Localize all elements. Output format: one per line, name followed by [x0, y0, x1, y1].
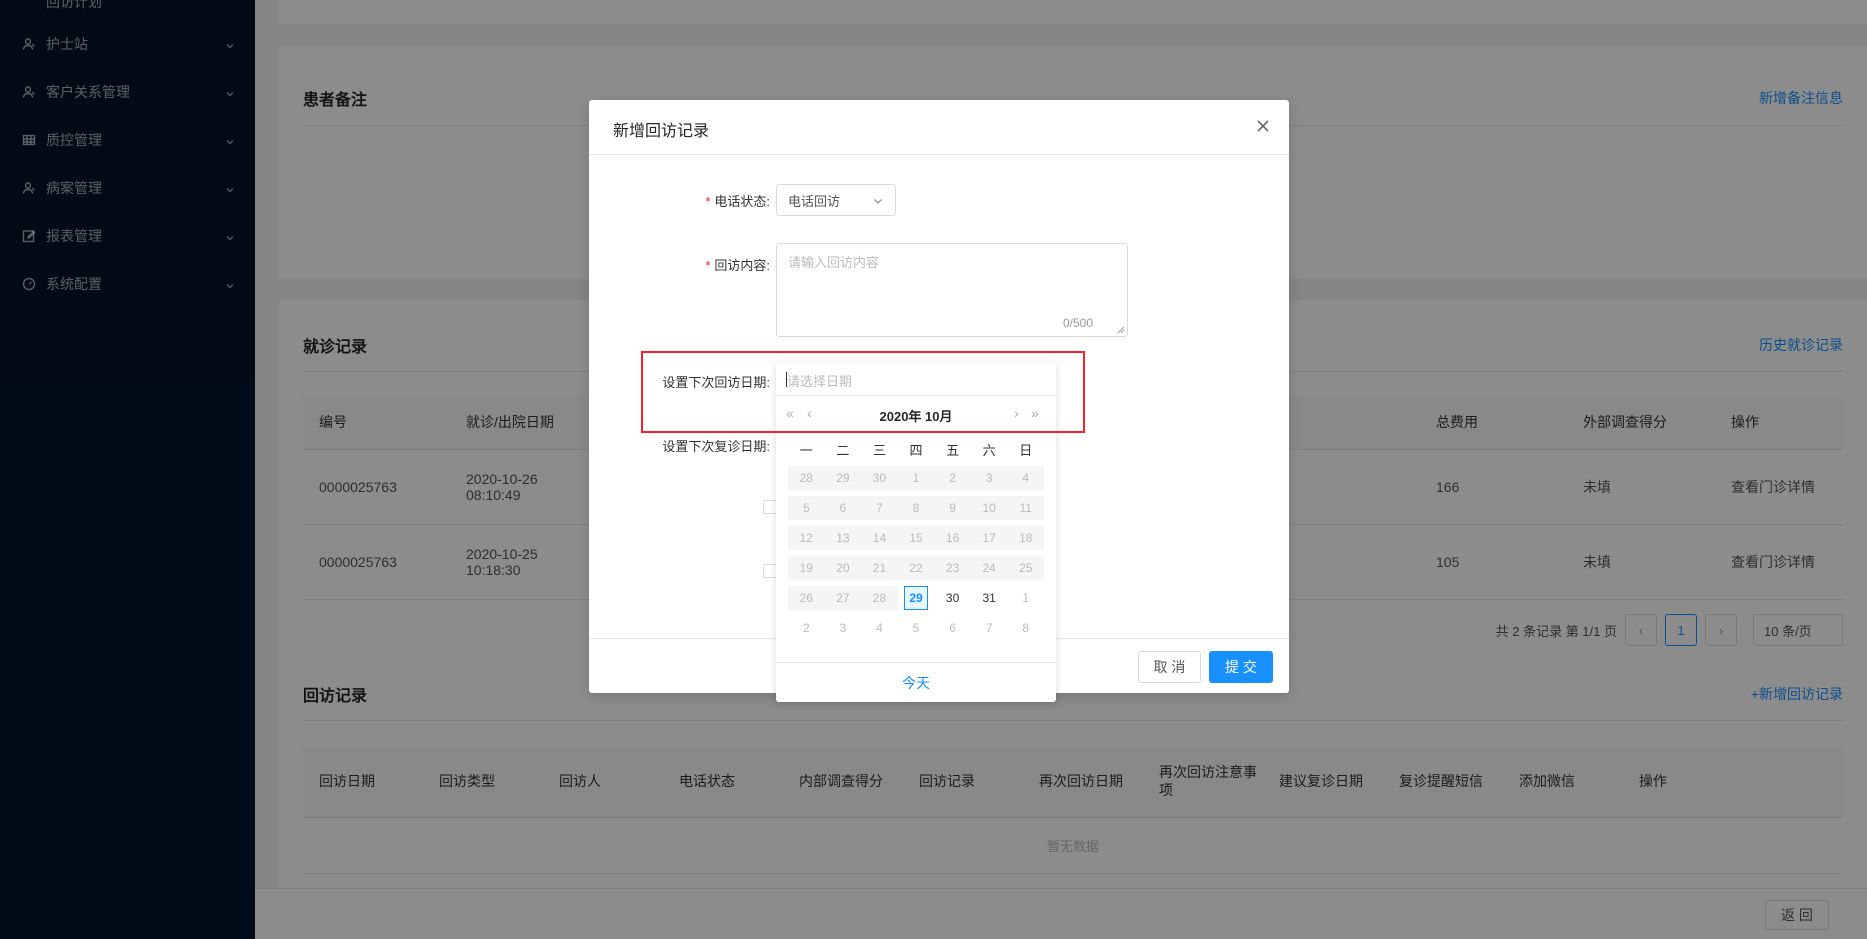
today-link[interactable]: 今天	[776, 662, 1056, 702]
day-cell[interactable]: 1	[1007, 586, 1044, 610]
modal-title: 新增回访记录	[613, 123, 710, 140]
day-cell[interactable]: 30	[861, 466, 898, 490]
day-cell[interactable]: 7	[971, 616, 1008, 640]
day-cell[interactable]: 28	[788, 466, 825, 490]
calendar-week: 5 6 7 8 9 10 11	[788, 496, 1044, 520]
day-cell[interactable]: 9	[934, 496, 971, 520]
day-cell[interactable]: 2	[934, 466, 971, 490]
phone-status-select[interactable]: 电话回访	[776, 184, 896, 216]
phone-status-label: * 电话状态:	[629, 191, 770, 210]
weekday-label: 六	[982, 443, 996, 458]
checkbox[interactable]	[763, 500, 777, 514]
day-cell[interactable]: 14	[861, 526, 898, 550]
day-cell[interactable]: 18	[1007, 526, 1044, 550]
close-icon[interactable]	[1255, 118, 1271, 134]
resize-grip-icon[interactable]	[1117, 326, 1125, 334]
day-cell[interactable]: 27	[824, 586, 862, 610]
day-cell[interactable]: 31	[971, 586, 1008, 610]
chevron-down-icon	[873, 194, 883, 204]
weekday-label: 一	[799, 443, 813, 458]
day-cell[interactable]: 6	[934, 616, 971, 640]
day-cell[interactable]: 16	[934, 526, 971, 550]
today-day-cell[interactable]: 29	[898, 586, 935, 610]
calendar-week: 19 20 21 22 23 24 25	[788, 556, 1044, 580]
char-count: 0/500	[1062, 316, 1093, 330]
today-day-number: 29	[904, 586, 929, 610]
day-cell[interactable]: 6	[825, 496, 862, 520]
day-cell[interactable]: 5	[788, 496, 825, 520]
submit-button[interactable]: 提 交	[1209, 651, 1273, 683]
day-cell[interactable]: 8	[898, 496, 935, 520]
calendar-week: 12 13 14 15 16 17 18	[788, 526, 1044, 550]
day-cell[interactable]: 21	[861, 556, 898, 580]
cancel-button[interactable]: 取 消	[1138, 651, 1201, 683]
weekday-label: 五	[946, 443, 960, 458]
day-cell[interactable]: 4	[1007, 466, 1044, 490]
day-cell[interactable]: 5	[898, 616, 935, 640]
calendar-week: 2 3 4 5 6 7 8	[788, 616, 1044, 640]
day-cell[interactable]: 4	[861, 616, 898, 640]
calendar-week: 26 27 28 29 30 31 1	[788, 586, 1044, 610]
weekday-label: 二	[836, 443, 850, 458]
day-cell[interactable]: 30	[934, 586, 971, 610]
day-cell[interactable]: 17	[971, 526, 1008, 550]
content-textarea[interactable]: 请输入回访内容 0/500	[776, 243, 1128, 337]
day-cell[interactable]: 1	[898, 466, 935, 490]
weekday-row: 一 二 三 四 五 六 日	[788, 440, 1044, 459]
day-cell[interactable]: 20	[825, 556, 862, 580]
day-cell[interactable]: 11	[1007, 496, 1044, 520]
phone-status-value: 电话回访	[788, 193, 841, 209]
weekday-label: 四	[909, 443, 923, 458]
day-cell[interactable]: 28	[861, 586, 898, 610]
day-cell[interactable]: 3	[825, 616, 862, 640]
day-cell[interactable]: 19	[788, 556, 825, 580]
day-cell[interactable]: 22	[898, 556, 935, 580]
calendar-week: 28 29 30 1 2 3 4	[788, 466, 1044, 490]
phone-status-label-text: 电话状态:	[714, 194, 770, 209]
checkbox[interactable]	[763, 564, 777, 578]
day-cell[interactable]: 8	[1007, 616, 1044, 640]
day-cell[interactable]: 24	[971, 556, 1008, 580]
content-label-text: 回访内容:	[714, 258, 770, 273]
day-cell[interactable]: 10	[971, 496, 1008, 520]
next-revisit-label: 设置下次复诊日期:	[662, 439, 770, 454]
day-cell[interactable]: 12	[788, 526, 825, 550]
day-cell[interactable]: 2	[788, 616, 825, 640]
weekday-label: 日	[1019, 443, 1033, 458]
day-cell[interactable]: 13	[825, 526, 862, 550]
day-cell[interactable]: 15	[898, 526, 935, 550]
day-cell[interactable]: 23	[934, 556, 971, 580]
content-label: * 回访内容:	[629, 255, 770, 274]
day-cell[interactable]: 26	[788, 586, 825, 610]
day-cell[interactable]: 3	[971, 466, 1008, 490]
highlight-box	[641, 351, 1085, 433]
content-placeholder: 请输入回访内容	[788, 255, 880, 270]
required-mark: *	[705, 258, 711, 273]
modal-header: 新增回访记录	[589, 100, 1289, 155]
required-mark: *	[705, 194, 711, 209]
weekday-label: 三	[872, 443, 886, 458]
day-cell[interactable]: 29	[825, 466, 862, 490]
day-cell[interactable]: 25	[1007, 556, 1044, 580]
day-cell[interactable]: 7	[861, 496, 898, 520]
